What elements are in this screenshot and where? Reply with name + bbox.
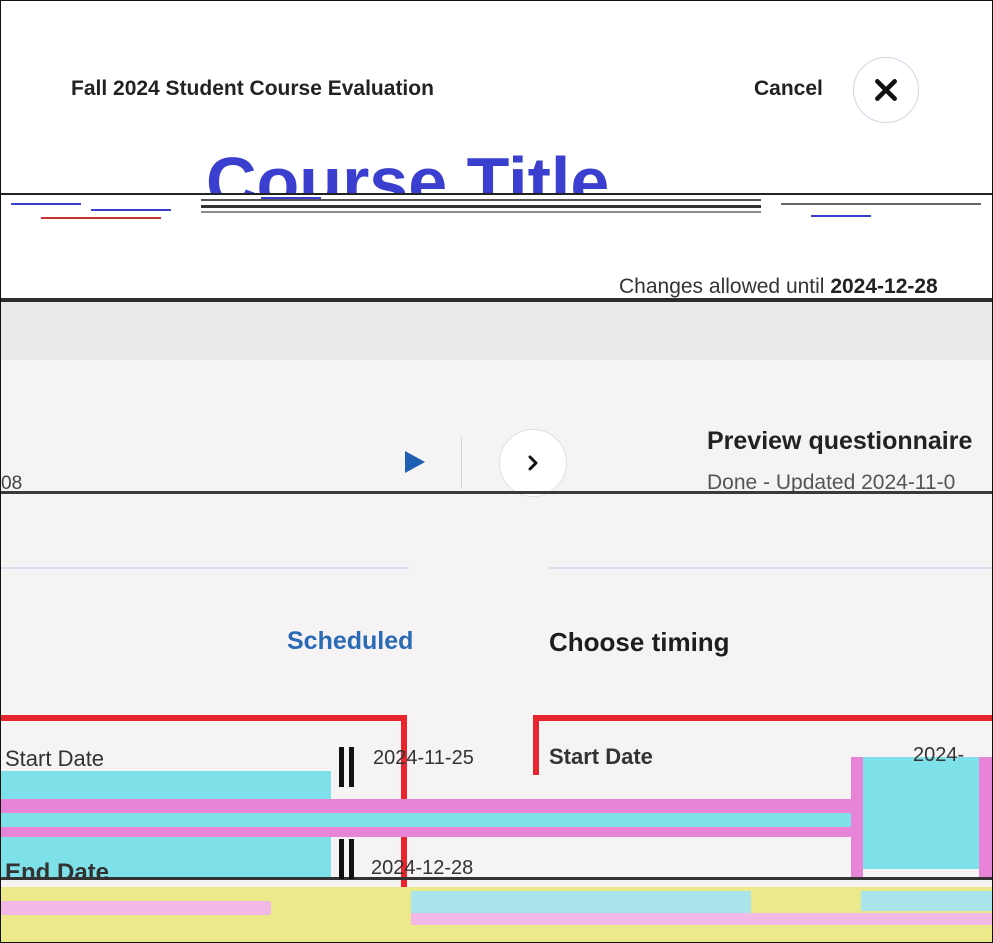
- changes-date: 2024-12-28: [830, 275, 938, 298]
- step-separator: [461, 437, 462, 489]
- close-button[interactable]: [853, 57, 919, 123]
- choose-timing-heading: Choose timing: [549, 627, 730, 657]
- end-date-label: End Date: [5, 859, 110, 883]
- field-artifact: [979, 757, 992, 877]
- divider: [1, 491, 992, 494]
- field-artifact: [411, 891, 751, 913]
- chevron-right-icon: [528, 455, 538, 471]
- calendar-icon[interactable]: [337, 839, 359, 879]
- next-step-button[interactable]: [499, 429, 567, 497]
- preview-status: Done - Updated 2024-11-0: [707, 471, 956, 493]
- start-date-label: Start Date: [5, 746, 105, 768]
- calendar-icon[interactable]: [337, 747, 359, 787]
- field-artifact: [1, 813, 861, 827]
- field-artifact: [851, 757, 863, 877]
- play-icon[interactable]: [403, 449, 427, 475]
- section-rule-left: [1, 567, 409, 569]
- field-artifact: [1, 799, 861, 813]
- course-title: Course Title: [206, 143, 610, 193]
- field-artifact: [1, 771, 331, 799]
- field-artifact: [411, 913, 992, 925]
- close-x-icon: [875, 79, 897, 101]
- changes-allowed-note: Changes allowed until 2024-12-28: [619, 275, 938, 299]
- cancel-button[interactable]: Cancel: [754, 77, 823, 101]
- field-artifact: [861, 891, 992, 911]
- panel-header-band: [1, 302, 992, 360]
- app-window: Fall 2024 Student Course Evaluation Canc…: [0, 0, 993, 943]
- field-artifact: [1, 877, 992, 880]
- preview-questionnaire-title[interactable]: Preview questionnaire: [707, 427, 972, 456]
- section-rule-right: [549, 567, 992, 569]
- start-date-input-right[interactable]: 2024-: [913, 744, 964, 766]
- field-artifact: [1, 827, 861, 837]
- scheduled-option[interactable]: Scheduled: [287, 627, 413, 656]
- start-date-label-right: Start Date: [549, 744, 653, 766]
- end-date-input[interactable]: 2024-12-28: [371, 857, 473, 879]
- start-date-input[interactable]: 2024-11-25: [373, 747, 474, 767]
- rendering-artifact-band: [1, 193, 992, 227]
- changes-prefix: Changes allowed until: [619, 275, 831, 298]
- field-artifact: [1, 901, 271, 915]
- field-artifact: [861, 757, 981, 869]
- app-title: Fall 2024 Student Course Evaluation: [71, 77, 434, 100]
